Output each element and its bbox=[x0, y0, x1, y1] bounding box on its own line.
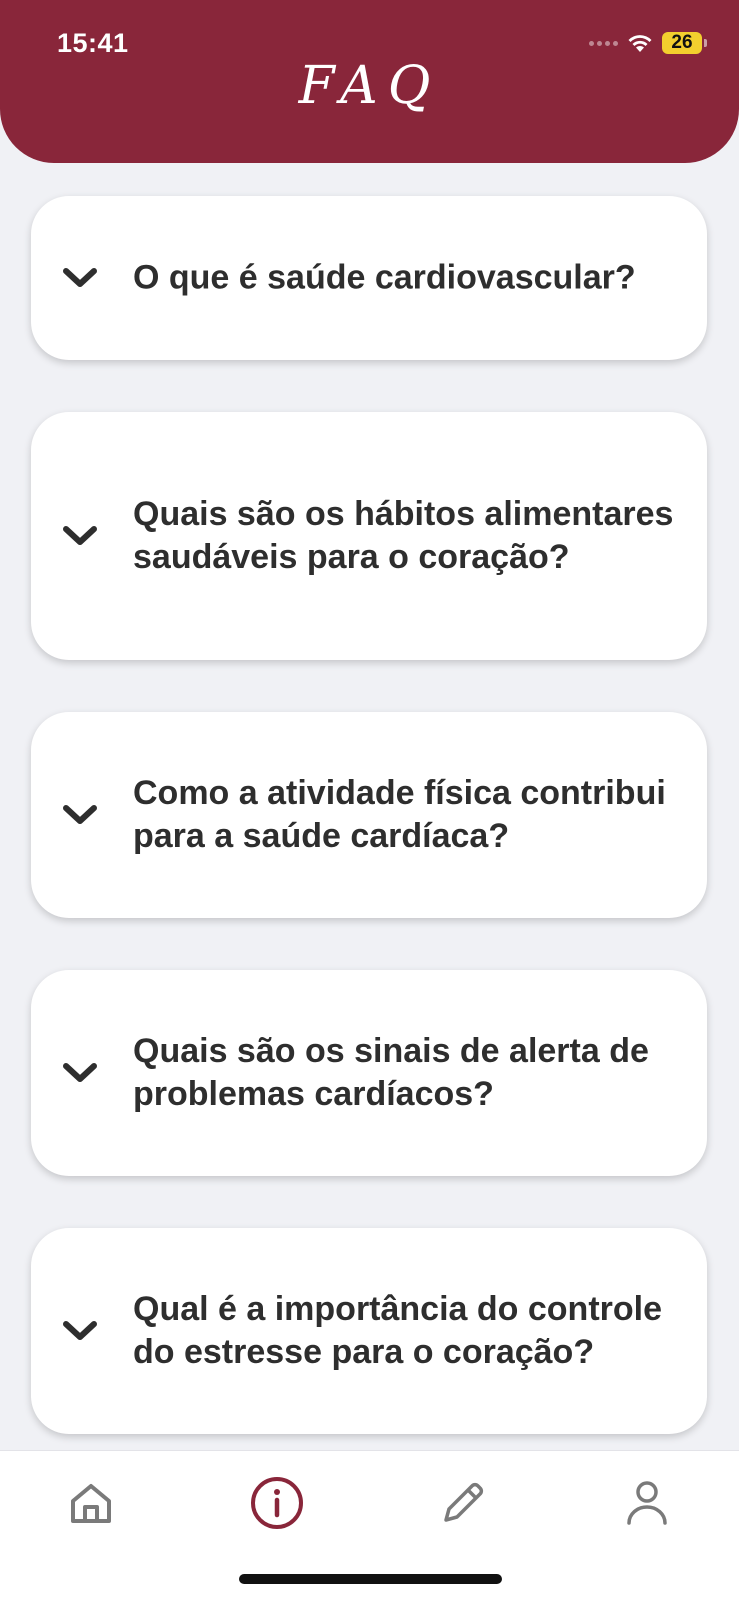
tab-profile[interactable] bbox=[617, 1473, 677, 1533]
tab-edit[interactable] bbox=[433, 1473, 493, 1533]
faq-question: Quais são os hábitos alimentares saudáve… bbox=[133, 495, 674, 576]
user-icon bbox=[627, 1481, 667, 1525]
battery-indicator: 26 bbox=[662, 32, 702, 54]
pencil-icon bbox=[444, 1482, 484, 1522]
faq-item[interactable]: Quais são os sinais de alerta de problem… bbox=[31, 970, 707, 1176]
wifi-icon bbox=[628, 35, 652, 52]
faq-item[interactable]: O que é saúde cardiovascular? bbox=[31, 196, 707, 360]
faq-item[interactable]: Qual é a importância do controle do estr… bbox=[31, 1228, 707, 1434]
faq-question: Quais são os sinais de alerta de problem… bbox=[133, 1032, 649, 1113]
chevron-down-icon bbox=[63, 526, 97, 545]
faq-question: Como a atividade física contribui para a… bbox=[133, 774, 666, 855]
home-icon bbox=[71, 1484, 111, 1523]
status-time: 15:41 bbox=[57, 28, 129, 58]
chevron-down-icon bbox=[63, 805, 97, 824]
tab-home[interactable] bbox=[61, 1473, 121, 1533]
header-bar: 15:41 26 FAQ bbox=[0, 0, 739, 163]
page-title: FAQ bbox=[298, 56, 441, 116]
status-icons: 26 bbox=[589, 32, 707, 54]
faq-question: O que é saúde cardiovascular? bbox=[133, 258, 636, 297]
chevron-down-icon bbox=[63, 1063, 97, 1082]
faq-question: Qual é a importância do controle do estr… bbox=[133, 1290, 662, 1371]
battery-cap bbox=[704, 39, 707, 47]
faq-item[interactable]: Quais são os hábitos alimentares saudáve… bbox=[31, 412, 707, 660]
chevron-down-icon bbox=[63, 1321, 97, 1340]
info-icon bbox=[251, 1477, 303, 1529]
chevron-down-icon bbox=[63, 268, 97, 287]
faq-item[interactable]: Como a atividade física contribui para a… bbox=[31, 712, 707, 918]
home-indicator[interactable] bbox=[239, 1574, 502, 1584]
tab-info[interactable] bbox=[247, 1473, 307, 1533]
cellular-signal-icon bbox=[589, 40, 618, 46]
